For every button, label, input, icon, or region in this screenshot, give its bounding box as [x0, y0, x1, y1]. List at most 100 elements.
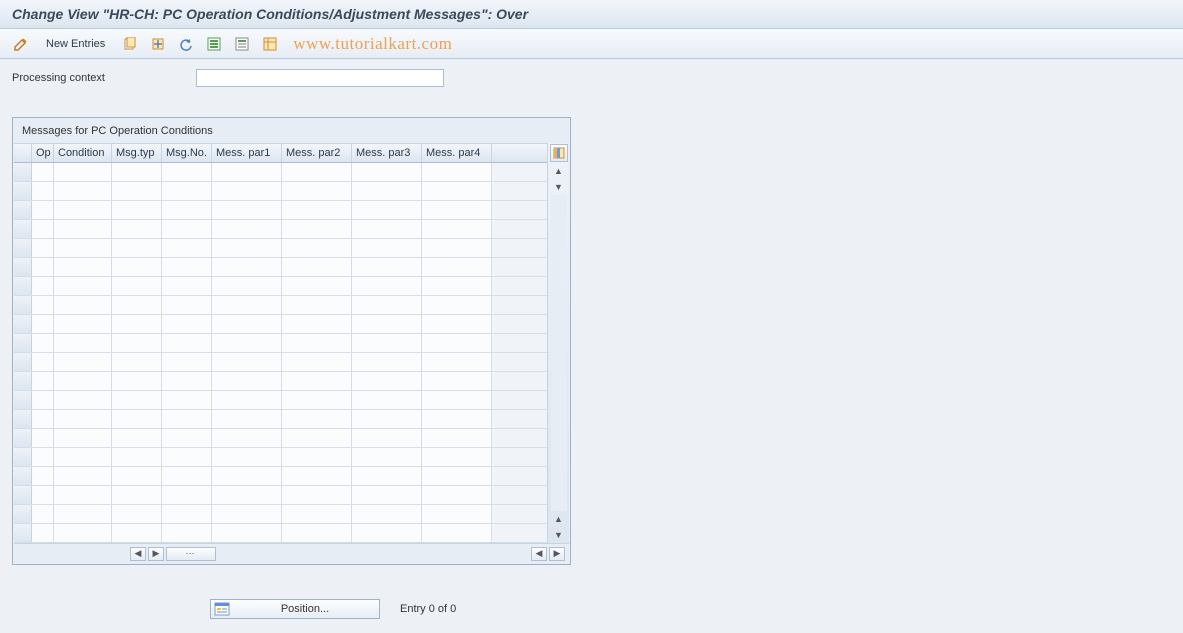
- grid-cell[interactable]: [352, 524, 422, 542]
- col-header-msgno[interactable]: Msg.No.: [162, 144, 212, 162]
- grid-cell[interactable]: [32, 524, 54, 542]
- grid-cell[interactable]: [54, 315, 112, 333]
- grid-cell[interactable]: [282, 391, 352, 409]
- grid-cell[interactable]: [112, 524, 162, 542]
- grid-cell[interactable]: [282, 524, 352, 542]
- scroll-down2-icon[interactable]: ▼: [551, 528, 567, 542]
- col-header-condition[interactable]: Condition: [54, 144, 112, 162]
- row-handle[interactable]: [14, 220, 32, 238]
- grid-cell[interactable]: [422, 372, 492, 390]
- grid-cell[interactable]: [54, 258, 112, 276]
- grid-cell[interactable]: [162, 391, 212, 409]
- table-row[interactable]: [14, 467, 547, 486]
- grid-cell[interactable]: [54, 486, 112, 504]
- grid-cell[interactable]: [422, 448, 492, 466]
- grid-cell[interactable]: [212, 201, 282, 219]
- grid-cell[interactable]: [54, 448, 112, 466]
- grid-cell[interactable]: [32, 334, 54, 352]
- grid-cell[interactable]: [282, 334, 352, 352]
- delete-icon[interactable]: [147, 34, 169, 54]
- grid-cell[interactable]: [162, 258, 212, 276]
- grid-cell[interactable]: [422, 429, 492, 447]
- deselect-all-icon[interactable]: [231, 34, 253, 54]
- grid-cell[interactable]: [162, 505, 212, 523]
- grid-cell[interactable]: [422, 505, 492, 523]
- grid-cell[interactable]: [352, 505, 422, 523]
- grid-cell[interactable]: [162, 201, 212, 219]
- grid-cell[interactable]: [352, 239, 422, 257]
- hscroll-right2-icon[interactable]: ▶: [549, 547, 565, 561]
- grid-cell[interactable]: [422, 467, 492, 485]
- table-row[interactable]: [14, 258, 547, 277]
- grid-cell[interactable]: [282, 182, 352, 200]
- grid-cell[interactable]: [352, 429, 422, 447]
- grid-cell[interactable]: [212, 505, 282, 523]
- grid-cell[interactable]: [212, 296, 282, 314]
- table-row[interactable]: [14, 524, 547, 543]
- col-header-par3[interactable]: Mess. par3: [352, 144, 422, 162]
- grid-cell[interactable]: [352, 163, 422, 181]
- grid-cell[interactable]: [162, 353, 212, 371]
- grid-cell[interactable]: [32, 410, 54, 428]
- grid-cell[interactable]: [352, 467, 422, 485]
- row-handle[interactable]: [14, 201, 32, 219]
- grid-cell[interactable]: [422, 182, 492, 200]
- row-handle[interactable]: [14, 353, 32, 371]
- grid-cell[interactable]: [212, 467, 282, 485]
- grid-cell[interactable]: [282, 239, 352, 257]
- grid-cell[interactable]: [54, 372, 112, 390]
- row-handle[interactable]: [14, 524, 32, 542]
- grid-cell[interactable]: [162, 448, 212, 466]
- hscroll-left-icon[interactable]: ◀: [130, 547, 146, 561]
- grid-cell[interactable]: [282, 429, 352, 447]
- row-handle[interactable]: [14, 505, 32, 523]
- row-handle[interactable]: [14, 467, 32, 485]
- grid-cell[interactable]: [112, 201, 162, 219]
- table-row[interactable]: [14, 334, 547, 353]
- grid-cell[interactable]: [112, 239, 162, 257]
- grid-cell[interactable]: [162, 334, 212, 352]
- grid-cell[interactable]: [54, 429, 112, 447]
- grid-cell[interactable]: [32, 429, 54, 447]
- grid-cell[interactable]: [162, 296, 212, 314]
- grid-cell[interactable]: [422, 239, 492, 257]
- undo-icon[interactable]: [175, 34, 197, 54]
- grid-cell[interactable]: [54, 220, 112, 238]
- table-row[interactable]: [14, 182, 547, 201]
- row-handle[interactable]: [14, 372, 32, 390]
- grid-cell[interactable]: [212, 353, 282, 371]
- grid-cell[interactable]: [162, 277, 212, 295]
- grid-cell[interactable]: [162, 524, 212, 542]
- grid-cell[interactable]: [212, 486, 282, 504]
- row-handle[interactable]: [14, 258, 32, 276]
- grid-cell[interactable]: [112, 277, 162, 295]
- scroll-up-icon[interactable]: ▲: [551, 164, 567, 178]
- grid-cell[interactable]: [32, 486, 54, 504]
- grid-cell[interactable]: [162, 372, 212, 390]
- row-handle-header[interactable]: [14, 144, 32, 162]
- row-handle[interactable]: [14, 163, 32, 181]
- grid-cell[interactable]: [422, 391, 492, 409]
- grid-cell[interactable]: [54, 410, 112, 428]
- table-row[interactable]: [14, 505, 547, 524]
- col-header-par1[interactable]: Mess. par1: [212, 144, 282, 162]
- grid-cell[interactable]: [422, 296, 492, 314]
- grid-cell[interactable]: [112, 258, 162, 276]
- grid-cell[interactable]: [162, 220, 212, 238]
- grid-cell[interactable]: [162, 467, 212, 485]
- hscroll-left2-icon[interactable]: ◀: [531, 547, 547, 561]
- grid-cell[interactable]: [352, 334, 422, 352]
- hscroll-more-button[interactable]: ⋯: [166, 547, 216, 561]
- grid-cell[interactable]: [352, 182, 422, 200]
- table-row[interactable]: [14, 448, 547, 467]
- scroll-down-icon[interactable]: ▼: [551, 180, 567, 194]
- edit-icon[interactable]: [10, 34, 32, 54]
- grid-cell[interactable]: [282, 220, 352, 238]
- row-handle[interactable]: [14, 486, 32, 504]
- grid-cell[interactable]: [112, 429, 162, 447]
- grid-cell[interactable]: [282, 315, 352, 333]
- grid-cell[interactable]: [32, 239, 54, 257]
- grid-cell[interactable]: [162, 163, 212, 181]
- grid-cell[interactable]: [212, 220, 282, 238]
- table-row[interactable]: [14, 277, 547, 296]
